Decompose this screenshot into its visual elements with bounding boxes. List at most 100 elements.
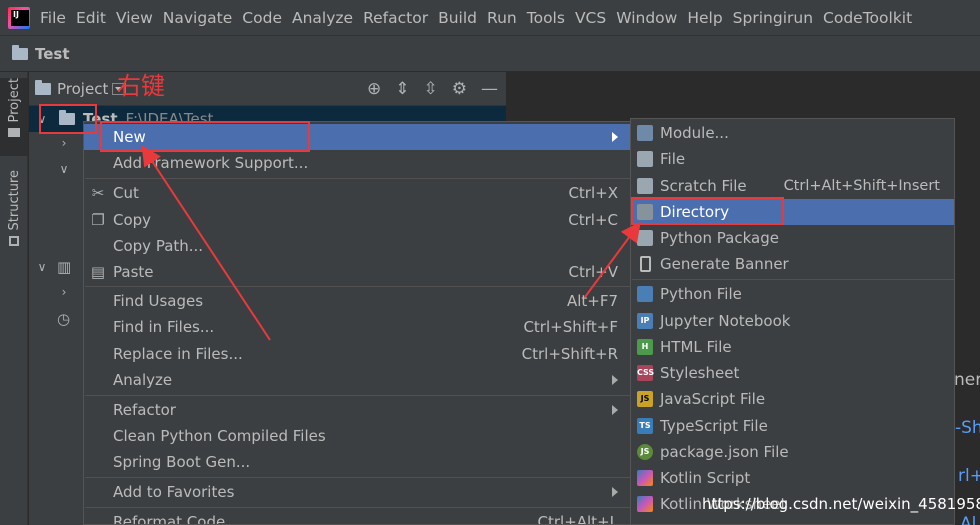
tree-row[interactable]: ∨ <box>57 156 71 182</box>
ctx-item-refactor[interactable]: Refactor <box>84 397 630 423</box>
new-item-scratch-file[interactable]: Scratch File Ctrl+Alt+Shift+Insert <box>631 173 954 199</box>
project-tool-tab[interactable]: Project <box>0 78 28 156</box>
new-item-label: Module... <box>660 124 729 142</box>
collapse-all-icon[interactable]: ⇳ <box>424 79 438 99</box>
menu-separator <box>85 178 630 179</box>
menu-springirun[interactable]: Springirun <box>733 9 813 27</box>
menu-build[interactable]: Build <box>438 9 477 27</box>
menu-tools[interactable]: Tools <box>527 9 565 27</box>
expand-all-icon[interactable]: ⇕ <box>395 79 409 99</box>
ctx-item-label: Add Framework Support... <box>113 154 309 172</box>
menu-analyze[interactable]: Analyze <box>292 9 353 27</box>
new-item-label: package.json File <box>660 443 789 461</box>
ctx-item-copy-path[interactable]: Copy Path... <box>84 233 630 259</box>
structure-tab-label: Structure <box>6 170 22 231</box>
ctx-item-label: Cut <box>113 184 139 202</box>
menu-help[interactable]: Help <box>687 9 722 27</box>
ctx-item-label: Find in Files... <box>113 318 215 336</box>
ctx-item-find-in-files[interactable]: Find in Files... Ctrl+Shift+F <box>84 314 630 340</box>
jupyter-icon: IP <box>637 313 653 329</box>
project-tab-icon <box>8 128 20 138</box>
new-item-module[interactable]: Module... <box>631 120 954 146</box>
scratch-file-icon <box>637 178 653 194</box>
ctx-item-find-usages[interactable]: Find Usages Alt+F7 <box>84 288 630 314</box>
clipboard-icon: ▤ <box>90 263 106 281</box>
project-panel-header: Project ⊕ ⇕ ⇳ ⚙ — <box>29 72 506 106</box>
scissors-icon: ✂ <box>91 184 105 202</box>
ctx-item-add-to-favorites[interactable]: Add to Favorites <box>84 479 630 505</box>
new-item-label: Jupyter Notebook <box>660 312 791 330</box>
new-item-python-package[interactable]: Python Package <box>631 225 954 251</box>
new-item-file[interactable]: File <box>631 146 954 172</box>
annotation-box-new <box>100 121 310 152</box>
menu-refactor[interactable]: Refactor <box>363 9 428 27</box>
chevron-down-icon[interactable]: ∨ <box>57 162 71 176</box>
menu-codetoolkit[interactable]: CodeToolkit <box>823 9 912 27</box>
ctx-item-shortcut: Ctrl+Shift+R <box>521 345 618 363</box>
new-item-typescript-file[interactable]: TS TypeScript File <box>631 413 954 439</box>
tree-row[interactable]: › <box>57 279 71 305</box>
new-item-jupyter-notebook[interactable]: IP Jupyter Notebook <box>631 308 954 334</box>
ctx-item-copy[interactable]: ❐ Copy Ctrl+C <box>84 207 630 233</box>
structure-tool-tab[interactable]: Structure <box>0 170 28 252</box>
menu-navigate[interactable]: Navigate <box>163 9 233 27</box>
menu-bar: File Edit View Navigate Code Analyze Ref… <box>0 0 980 36</box>
locate-target-icon[interactable]: ⊕ <box>367 79 381 99</box>
project-tab-label: Project <box>6 78 22 123</box>
new-item-package-json[interactable]: JS package.json File <box>631 439 954 465</box>
tree-external-libraries[interactable]: ∨ ▥ <box>35 254 72 280</box>
ctx-item-label: Reformat Code <box>113 513 226 525</box>
annotation-box-project-root <box>39 104 97 134</box>
new-item-kotlin-script[interactable]: Kotlin Script <box>631 465 954 491</box>
editor-hint-text: nere <box>954 370 980 390</box>
menu-vcs[interactable]: VCS <box>575 9 606 27</box>
annotation-right-click-label: 右键 <box>117 72 165 100</box>
chevron-right-icon[interactable]: › <box>57 285 71 299</box>
ctx-item-label: Find Usages <box>113 292 204 310</box>
ctx-item-replace-in-files[interactable]: Replace in Files... Ctrl+Shift+R <box>84 341 630 367</box>
ctx-item-shortcut: Ctrl+C <box>568 211 618 229</box>
ctx-item-cut[interactable]: ✂ Cut Ctrl+X <box>84 180 630 206</box>
project-folder-icon <box>12 44 28 60</box>
breadcrumb-project[interactable]: Test <box>35 45 70 63</box>
ctx-item-reformat-code[interactable]: Reformat Code Ctrl+Alt+L <box>84 509 630 525</box>
menu-separator <box>85 477 630 478</box>
chevron-down-icon[interactable]: ∨ <box>35 260 49 274</box>
menu-separator <box>85 395 630 396</box>
project-view-selector[interactable]: Project <box>57 80 108 98</box>
menu-separator <box>632 279 954 280</box>
new-item-label: Python Package <box>660 229 779 247</box>
ctx-item-add-framework-support[interactable]: Add Framework Support... <box>84 150 630 176</box>
new-item-javascript-file[interactable]: JS JavaScript File <box>631 386 954 412</box>
submenu-arrow-icon <box>612 405 618 415</box>
new-item-stylesheet[interactable]: CSS Stylesheet <box>631 360 954 386</box>
new-item-python-file[interactable]: Python File <box>631 281 954 307</box>
menu-file[interactable]: File <box>40 9 66 27</box>
ctx-item-clean-python-compiled[interactable]: Clean Python Compiled Files <box>84 423 630 449</box>
chevron-right-icon[interactable]: › <box>57 136 71 150</box>
css-file-icon: CSS <box>637 365 654 381</box>
menu-view[interactable]: View <box>116 9 153 27</box>
ctx-item-label: Refactor <box>113 401 176 419</box>
new-item-label: Kotlin Script <box>660 469 751 487</box>
gear-icon[interactable]: ⚙ <box>452 79 467 99</box>
ctx-item-label: Copy <box>113 211 152 229</box>
new-item-label: Generate Banner <box>660 255 789 273</box>
ctx-item-analyze[interactable]: Analyze <box>84 367 630 393</box>
new-item-generate-banner[interactable]: Generate Banner <box>631 251 954 277</box>
new-item-label: Scratch File <box>660 177 747 195</box>
ctx-item-spring-boot-gen[interactable]: Spring Boot Gen... <box>84 449 630 475</box>
left-tool-strip: Project Structure <box>0 72 28 525</box>
new-item-html-file[interactable]: H HTML File <box>631 334 954 360</box>
ctx-item-paste[interactable]: ▤ Paste Ctrl+V <box>84 259 630 285</box>
python-package-icon <box>637 230 653 246</box>
menu-window[interactable]: Window <box>616 9 677 27</box>
js-file-icon: JS <box>637 391 653 407</box>
menu-code[interactable]: Code <box>242 9 282 27</box>
menu-run[interactable]: Run <box>487 9 517 27</box>
minimize-icon[interactable]: — <box>481 79 498 99</box>
tree-scratches[interactable]: ◷ <box>57 306 70 332</box>
ctx-item-label: Clean Python Compiled Files <box>113 427 326 445</box>
menu-separator <box>85 507 630 508</box>
menu-edit[interactable]: Edit <box>76 9 106 27</box>
